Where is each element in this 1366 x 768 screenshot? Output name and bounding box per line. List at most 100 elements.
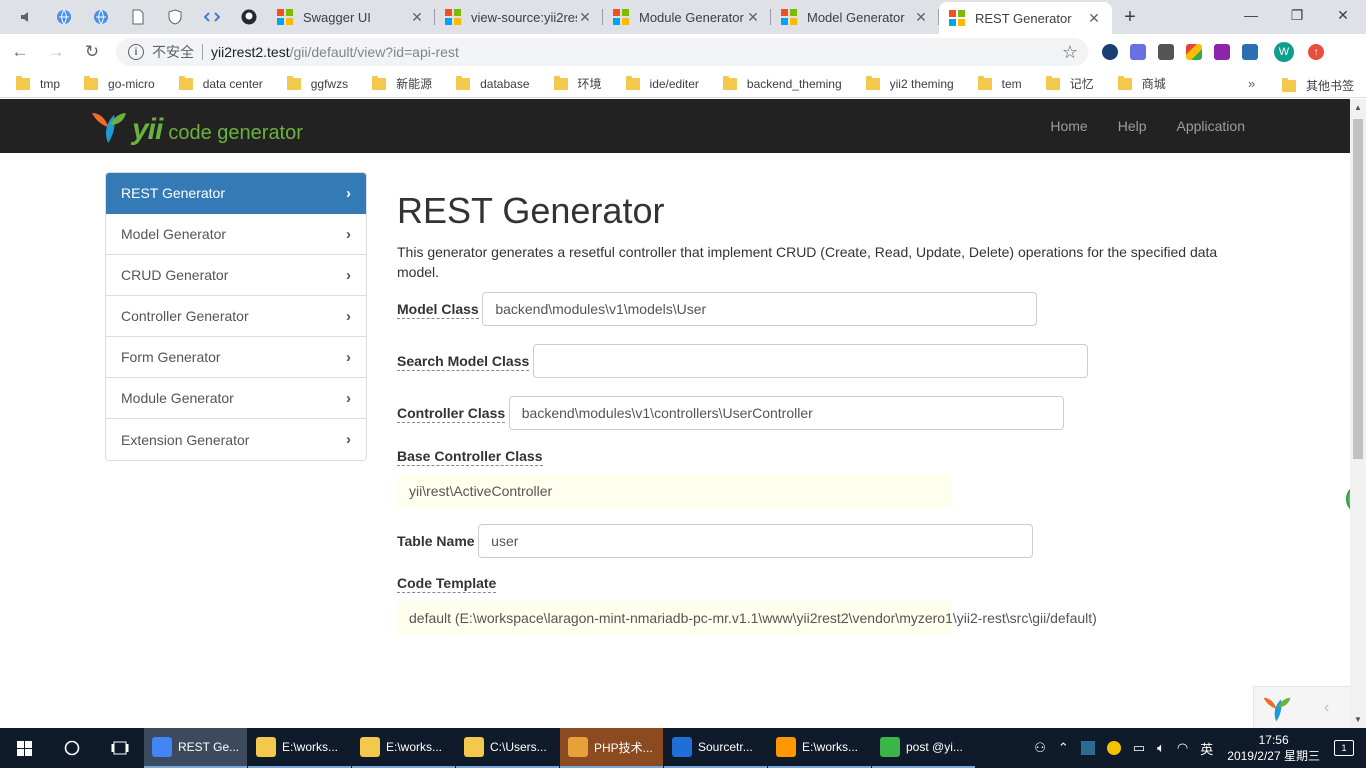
battery-icon[interactable]: ▭	[1133, 740, 1145, 756]
other-bookmarks[interactable]: 其他书签	[1282, 77, 1354, 94]
bookmark-folder[interactable]: yii2 theming	[865, 75, 954, 92]
app-icon	[672, 737, 692, 757]
browser-tab[interactable]: Model Generator ✕	[771, 0, 939, 34]
task-view-button[interactable]	[96, 728, 144, 768]
reload-button[interactable]: ↻	[76, 36, 108, 68]
page-scrollbar[interactable]: ▲ ▼	[1350, 99, 1366, 728]
browser-tab[interactable]: Swagger UI ✕	[267, 0, 435, 34]
forward-button[interactable]: →	[40, 36, 72, 68]
new-tab-button[interactable]: +	[1112, 0, 1148, 34]
browser-tab[interactable]: view-source:yii2res ✕	[435, 0, 603, 34]
browser-tab[interactable]: Module Generator ✕	[603, 0, 771, 34]
pinned-tab-globe-1[interactable]	[45, 0, 82, 34]
back-button[interactable]: ←	[4, 36, 36, 68]
pinned-tab-globe-2[interactable]	[82, 0, 119, 34]
tab-close-icon[interactable]: ✕	[409, 9, 425, 26]
profile-avatar[interactable]: W	[1274, 42, 1294, 62]
close-window-button[interactable]: ✕	[1320, 0, 1366, 30]
chevron-left-icon[interactable]: ‹	[1324, 699, 1329, 717]
pinned-tab-shield[interactable]	[156, 0, 193, 34]
update-icon[interactable]: ↑	[1308, 44, 1324, 60]
notification-center-icon[interactable]: 1	[1334, 740, 1354, 756]
sidebar-item-module-generator[interactable]: Module Generator ›	[106, 378, 366, 419]
bookmark-folder[interactable]: tmp	[16, 75, 60, 92]
tab-close-icon[interactable]: ✕	[1086, 10, 1102, 27]
sidebar-item-extension-generator[interactable]: Extension Generator ›	[106, 419, 366, 460]
taskbar-app[interactable]: E:\works...	[352, 728, 455, 768]
pinned-tab-github[interactable]	[230, 0, 267, 34]
network-icon[interactable]: ◠	[1177, 740, 1188, 756]
system-clock[interactable]: 17:56 2019/2/27 星期三	[1227, 732, 1320, 764]
chevron-right-icon: ›	[346, 348, 351, 366]
code-template-value[interactable]: default (E:\workspace\laragon-mint-nmari…	[397, 601, 1097, 635]
bookmark-folder[interactable]: ide/editer	[625, 75, 699, 92]
taskbar-app[interactable]: C:\Users...	[456, 728, 559, 768]
sidebar-item-form-generator[interactable]: Form Generator ›	[106, 337, 366, 378]
bookmarks-overflow-button[interactable]: »	[1248, 76, 1255, 91]
extension-rp-icon[interactable]	[1214, 44, 1230, 60]
taskbar-app[interactable]: E:\works...	[248, 728, 351, 768]
bookmark-folder[interactable]: go-micro	[84, 75, 155, 92]
maximize-button[interactable]: ❐	[1274, 0, 1320, 30]
tray-plus-icon[interactable]	[1106, 741, 1121, 755]
nav-help[interactable]: Help	[1118, 118, 1147, 134]
sidebar-item-controller-generator[interactable]: Controller Generator ›	[106, 296, 366, 337]
pinned-tab-doc[interactable]	[119, 0, 156, 34]
taskbar-app[interactable]: Sourcetr...	[664, 728, 767, 768]
folder-icon	[1045, 75, 1060, 90]
tab-favicon-icon	[277, 9, 293, 25]
tab-title: view-source:yii2res	[471, 9, 577, 25]
bookmark-folder[interactable]: backend_theming	[722, 75, 842, 92]
extension-s-icon[interactable]	[1242, 44, 1258, 60]
pinned-tab-audio[interactable]	[8, 0, 45, 34]
nav-application[interactable]: Application	[1177, 118, 1246, 134]
extension-r-icon[interactable]	[1130, 44, 1146, 60]
search-model-class-input[interactable]	[532, 344, 1088, 378]
address-bar[interactable]: i 不安全 yii2rest2.test/gii/default/view?id…	[116, 38, 1088, 66]
tab-close-icon[interactable]: ✕	[577, 9, 593, 26]
bookmark-folder[interactable]: data center	[178, 75, 263, 92]
folder-icon	[178, 75, 193, 90]
extension-colors-icon[interactable]	[1186, 44, 1202, 60]
base-controller-class-value[interactable]: yii\rest\ActiveController	[397, 474, 952, 508]
taskbar-app[interactable]: post @yi...	[872, 728, 975, 768]
browser-tab[interactable]: REST Generator ✕	[939, 2, 1112, 34]
bookmark-folder[interactable]: 记忆	[1045, 75, 1094, 92]
bookmark-folder[interactable]: ggfwzs	[286, 75, 348, 92]
sidebar-item-crud-generator[interactable]: CRUD Generator ›	[106, 255, 366, 296]
extension-gear-icon[interactable]	[1158, 44, 1174, 60]
taskbar-app[interactable]: E:\works...	[768, 728, 871, 768]
tab-close-icon[interactable]: ✕	[913, 9, 929, 26]
bookmark-folder[interactable]: 商城	[1117, 75, 1166, 92]
people-icon[interactable]: ⚇	[1034, 740, 1046, 756]
bookmark-star-icon[interactable]: ☆	[1062, 42, 1078, 63]
volume-icon[interactable]: 🔈︎	[1157, 740, 1165, 756]
sidebar-item-model-generator[interactable]: Model Generator ›	[106, 214, 366, 255]
bookmark-folder[interactable]: tem	[977, 75, 1022, 92]
scrollbar-thumb[interactable]	[1353, 119, 1363, 459]
sidebar-item-rest-generator[interactable]: REST Generator ›	[106, 173, 366, 214]
table-name-input[interactable]	[478, 524, 1034, 558]
brand-logo[interactable]: yii code generator	[90, 107, 303, 145]
info-icon[interactable]: i	[128, 44, 144, 60]
taskbar-app[interactable]: REST Ge...	[144, 728, 247, 768]
tray-app-icon[interactable]	[1080, 741, 1095, 755]
bookmark-folder[interactable]: database	[456, 75, 530, 92]
taskbar-app[interactable]: PHP技术...	[560, 728, 663, 768]
nav-home[interactable]: Home	[1050, 118, 1087, 134]
extension-eye-icon[interactable]	[1102, 44, 1118, 60]
tab-close-icon[interactable]: ✕	[745, 9, 761, 26]
ime-indicator[interactable]: 英	[1200, 739, 1213, 758]
start-button[interactable]	[0, 728, 48, 768]
controller-class-input[interactable]	[508, 396, 1064, 430]
search-button[interactable]	[48, 728, 96, 768]
yii-debug-toolbar[interactable]: ‹	[1253, 686, 1350, 728]
scroll-down-icon[interactable]: ▼	[1354, 715, 1362, 724]
chevron-up-icon[interactable]: ⌃	[1058, 740, 1069, 756]
minimize-button[interactable]: —	[1228, 0, 1274, 30]
pinned-tab-code[interactable]	[193, 0, 230, 34]
scroll-up-icon[interactable]: ▲	[1354, 103, 1362, 112]
bookmark-folder[interactable]: 环境	[553, 75, 602, 92]
bookmark-folder[interactable]: 新能源	[372, 75, 432, 92]
model-class-input[interactable]	[482, 292, 1038, 326]
